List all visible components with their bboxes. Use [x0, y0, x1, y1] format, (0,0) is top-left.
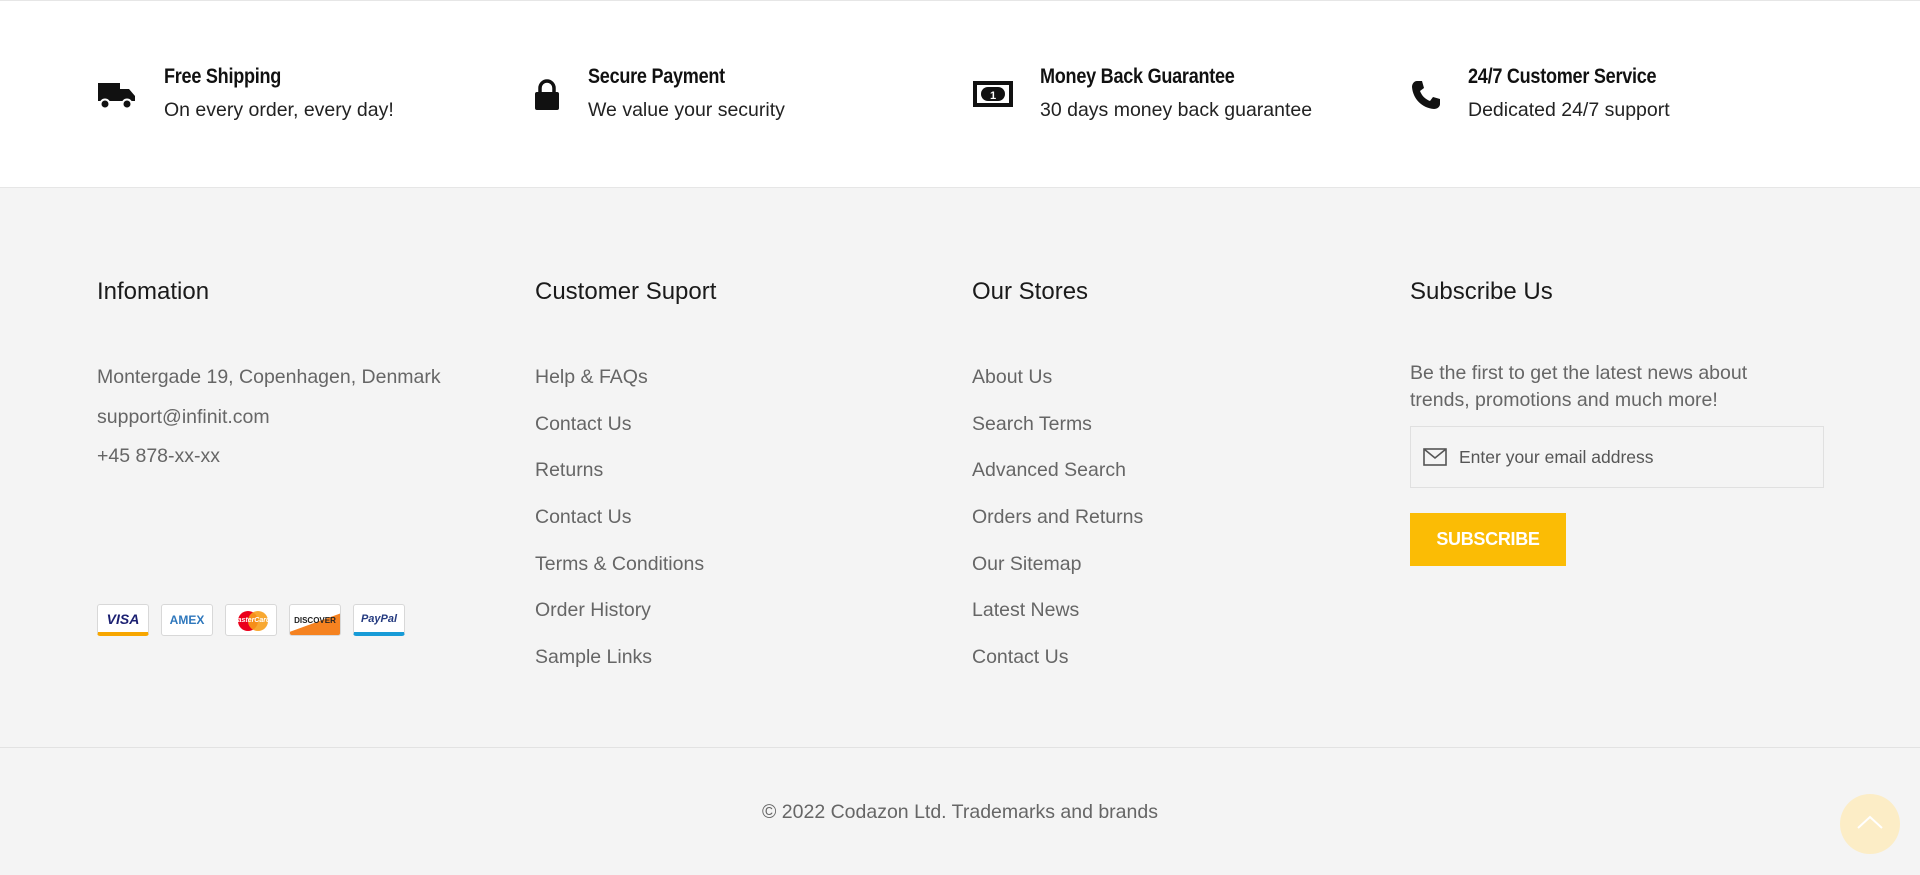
- stores-column: Our Stores About Us Search Terms Advance…: [972, 278, 1352, 698]
- address-text: Montergade 19, Copenhagen, Denmark: [97, 366, 441, 388]
- info-column: Infomation Montergade 19, Copenhagen, De…: [97, 278, 497, 678]
- support-column: Customer Suport Help & FAQs Contact Us R…: [535, 278, 915, 698]
- service-desc: 30 days money back guarantee: [1040, 99, 1313, 121]
- service-desc: Dedicated 24/7 support: [1468, 99, 1670, 121]
- support-link-contact-us-2[interactable]: Contact Us: [535, 506, 704, 553]
- stores-link-latest-news[interactable]: Latest News: [972, 599, 1143, 646]
- support-link-terms[interactable]: Terms & Conditions: [535, 553, 704, 600]
- service-title: Money Back Guarantee: [1040, 65, 1235, 88]
- back-to-top-button[interactable]: [1840, 794, 1900, 854]
- support-link-returns[interactable]: Returns: [535, 459, 704, 506]
- copyright-bar: © 2022 Codazon Ltd. Trademarks and brand…: [0, 747, 1920, 875]
- money-icon: 1: [972, 73, 1016, 117]
- email-link[interactable]: support@infinit.com: [97, 406, 270, 429]
- stores-link-contact-us[interactable]: Contact Us: [972, 646, 1143, 693]
- copyright-text: © 2022 Codazon Ltd. Trademarks and brand…: [762, 801, 1158, 823]
- service-desc: On every order, every day!: [164, 99, 394, 121]
- chevron-up-icon: [1856, 814, 1884, 835]
- subscribe-title: Subscribe Us: [1410, 278, 1553, 305]
- lock-icon: [534, 73, 578, 117]
- svg-text:1: 1: [990, 90, 996, 102]
- services-bar: Free Shipping On every order, every day!…: [0, 0, 1920, 188]
- truck-icon: [98, 73, 142, 117]
- support-title: Customer Suport: [535, 278, 717, 305]
- visa-card-icon: VISA: [97, 604, 149, 636]
- stores-link-orders-returns[interactable]: Orders and Returns: [972, 506, 1143, 553]
- stores-links: About Us Search Terms Advanced Search Or…: [972, 366, 1143, 693]
- amex-card-icon: AMEX: [161, 604, 213, 636]
- payment-cards: VISA AMEX MasterCard DISCOVER PayPal: [97, 604, 405, 636]
- email-field-wrapper: [1410, 426, 1824, 488]
- support-link-contact-us[interactable]: Contact Us: [535, 413, 704, 460]
- service-desc: We value your security: [588, 99, 785, 121]
- email-input[interactable]: [1459, 446, 1799, 468]
- stores-link-sitemap[interactable]: Our Sitemap: [972, 553, 1143, 600]
- support-link-order-history[interactable]: Order History: [535, 599, 704, 646]
- paypal-card-icon: PayPal: [353, 604, 405, 636]
- subscribe-column: Subscribe Us Be the first to get the lat…: [1410, 278, 1830, 678]
- stores-link-search-terms[interactable]: Search Terms: [972, 413, 1143, 460]
- subscribe-text: Be the first to get the latest news abou…: [1410, 362, 1748, 411]
- subscribe-button[interactable]: SUBSCRIBE: [1410, 513, 1566, 566]
- mail-icon: [1423, 447, 1449, 467]
- info-title: Infomation: [97, 278, 210, 305]
- service-title: 24/7 Customer Service: [1468, 65, 1657, 88]
- support-links: Help & FAQs Contact Us Returns Contact U…: [535, 366, 704, 693]
- service-title: Secure Payment: [588, 65, 725, 88]
- stores-link-about-us[interactable]: About Us: [972, 366, 1143, 413]
- footer-main: Infomation Montergade 19, Copenhagen, De…: [0, 188, 1920, 748]
- support-link-sample-links[interactable]: Sample Links: [535, 646, 704, 693]
- phone-icon: [1410, 73, 1454, 117]
- discover-card-icon: DISCOVER: [289, 604, 341, 636]
- mastercard-card-icon: MasterCard: [225, 604, 277, 636]
- phone-text: +45 878-xx-xx: [97, 445, 221, 467]
- mastercard-label: MasterCard: [231, 616, 271, 624]
- stores-link-advanced-search[interactable]: Advanced Search: [972, 459, 1143, 506]
- service-title: Free Shipping: [164, 65, 282, 88]
- support-link-help-faqs[interactable]: Help & FAQs: [535, 366, 704, 413]
- stores-title: Our Stores: [972, 278, 1089, 305]
